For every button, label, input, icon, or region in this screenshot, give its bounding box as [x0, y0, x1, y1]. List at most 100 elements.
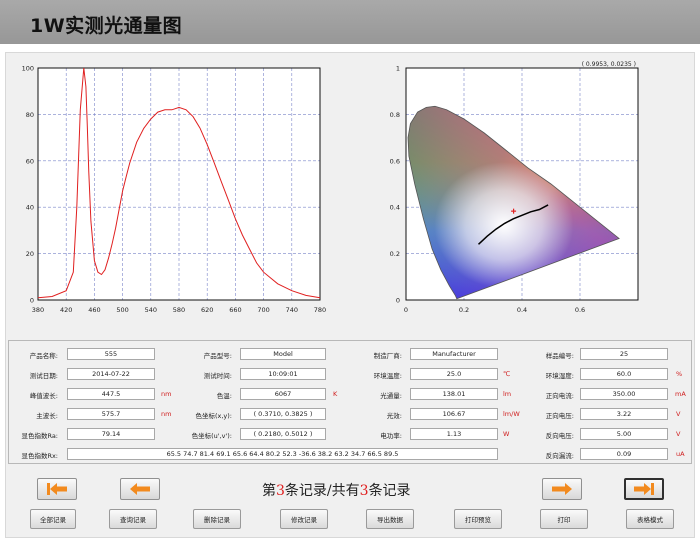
product-name-field[interactable]: 555 [67, 348, 155, 360]
next-record-icon [552, 483, 572, 495]
cri-values-field[interactable]: 65.5 74.7 81.4 69.1 65.6 64.4 80.2 52.3 … [67, 448, 498, 460]
next-record-button[interactable] [542, 478, 582, 500]
reverse-current-label: 反向漏流: [545, 452, 574, 460]
forward-voltage-label: 正向电压: [545, 412, 574, 420]
last-record-button[interactable] [624, 478, 664, 500]
dominant-wavelength-label: 主波长: [36, 412, 58, 420]
spectrum-y-tick-label: 0 [30, 297, 34, 305]
luminous-flux-field[interactable]: 138.01 [410, 388, 498, 400]
spectrum-y-tick-label: 100 [22, 65, 34, 73]
title-bar: 1W实测光通量图 [0, 0, 700, 44]
export-data-button[interactable]: 导出数据 [366, 509, 414, 529]
luminous-efficacy-unit: lm/W [503, 410, 520, 418]
reverse-voltage-field[interactable]: 5.00 [580, 428, 668, 440]
edit-record-button[interactable]: 修改记录 [280, 509, 328, 529]
manufacturer-field[interactable]: Manufacturer [410, 348, 498, 360]
color-temp-label: 色温: [216, 392, 232, 400]
chromaticity-uv-field[interactable]: ( 0.2180, 0.5012 ) [240, 428, 326, 440]
spectrum-x-tick-label: 420 [60, 306, 72, 314]
spectrum-x-tick-label: 500 [116, 306, 128, 314]
cri-values-label: 显色指数Rx: [21, 452, 58, 460]
cie-y-tick-label: 1 [396, 65, 400, 73]
first-record-icon [47, 483, 67, 495]
ambient-temp-unit: ℃ [503, 370, 511, 378]
spectrum-x-tick-label: 540 [145, 306, 157, 314]
cie-chromaticity-chart: 0 0.2 0.4 0.6 1 0.8 0.6 0.4 0.2 0 ( 0.9953, 0.0235… [390, 61, 639, 314]
spectrum-x-tick-label: 660 [229, 306, 241, 314]
window-title: 1W实测光通量图 [30, 15, 183, 37]
ambient-temp-label: 环境温度: [373, 372, 402, 380]
cie-y-tick-label: 0.8 [390, 111, 400, 119]
last-record-icon [634, 483, 654, 495]
query-records-button[interactable]: 查询记录 [109, 509, 157, 529]
spectrum-y-tick-label: 60 [26, 157, 34, 165]
spectrum-x-tick-label: 700 [257, 306, 269, 314]
spectrum-y-tick-label: 20 [26, 250, 34, 258]
sample-no-field[interactable]: 25 [580, 348, 668, 360]
luminous-efficacy-label: 光效: [386, 412, 402, 420]
all-records-button[interactable]: 全部记录 [30, 509, 76, 529]
ambient-humidity-unit: % [676, 370, 683, 378]
color-temp-unit: K [333, 390, 338, 398]
power-field[interactable]: 1.13 [410, 428, 498, 440]
dominant-wavelength-field[interactable]: 575.7 [67, 408, 155, 420]
ambient-humidity-label: 环境湿度: [545, 372, 574, 380]
reverse-voltage-label: 反向电压: [545, 432, 574, 440]
cri-label: 显色指数Ra: [21, 432, 58, 440]
test-time-label: 测试时间: [203, 372, 232, 380]
spectrum-x-tick-label: 620 [201, 306, 213, 314]
delete-record-button[interactable]: 删除记录 [193, 509, 241, 529]
spectrum-y-tick-label: 80 [26, 111, 34, 119]
power-label: 电功率: [380, 432, 402, 440]
reverse-current-field[interactable]: 0.09 [580, 448, 668, 460]
reverse-current-unit: uA [676, 450, 685, 458]
cri-field[interactable]: 79.14 [67, 428, 155, 440]
product-model-field[interactable]: Model [240, 348, 326, 360]
cie-y-tick-label: 0.4 [390, 204, 400, 212]
spectrum-x-tick-label: 460 [88, 306, 100, 314]
chromaticity-uv-label: 色坐标(u',v'): [191, 432, 232, 440]
luminous-efficacy-field[interactable]: 106.67 [410, 408, 498, 420]
cie-x-tick-label: 0.2 [459, 306, 469, 314]
spectrum-y-tick-label: 40 [26, 204, 34, 212]
color-temp-field[interactable]: 6067 [240, 388, 326, 400]
cie-y-tick-label: 0 [396, 297, 400, 305]
spectrum-x-tick-label: 780 [314, 306, 326, 314]
forward-voltage-field[interactable]: 3.22 [580, 408, 668, 420]
cie-y-tick-label: 0.6 [390, 157, 400, 165]
spectrum-x-tick-label: 380 [32, 306, 44, 314]
cie-x-tick-label: 0.6 [575, 306, 585, 314]
ambient-temp-field[interactable]: 25.0 [410, 368, 498, 380]
manufacturer-label: 制造厂商: [373, 352, 402, 360]
cie-x-tick-label: 0.4 [517, 306, 527, 314]
chromaticity-xy-field[interactable]: ( 0.3710, 0.3825 ) [240, 408, 326, 420]
print-button[interactable]: 打印 [540, 509, 588, 529]
power-unit: W [503, 430, 510, 438]
luminous-flux-label: 光通量: [380, 392, 402, 400]
cie-y-tick-label: 0.2 [390, 250, 400, 258]
first-record-button[interactable] [37, 478, 77, 500]
cie-x-tick-label: 0 [404, 306, 408, 314]
spectrum-x-tick-label: 580 [173, 306, 185, 314]
forward-current-unit: mA [675, 390, 686, 398]
cie-coordinate-readout: ( 0.9953, 0.0235 ) [582, 61, 636, 68]
forward-current-label: 正向电流: [545, 392, 574, 400]
spectrum-x-tick-label: 740 [286, 306, 298, 314]
test-time-field[interactable]: 10:09:01 [240, 368, 326, 380]
test-date-field[interactable]: 2014-07-22 [67, 368, 155, 380]
peak-wavelength-field[interactable]: 447.5 [67, 388, 155, 400]
record-counter: 第3条记录/共有3条记录 [262, 483, 411, 499]
reverse-voltage-unit: V [676, 430, 681, 438]
forward-current-field[interactable]: 350.00 [580, 388, 668, 400]
ambient-humidity-field[interactable]: 60.0 [580, 368, 668, 380]
previous-record-icon [130, 483, 150, 495]
chromaticity-xy-label: 色坐标(x,y): [195, 412, 232, 420]
test-date-label: 测试日期: [29, 372, 58, 380]
peak-wavelength-label: 峰值波长: [29, 392, 58, 400]
table-mode-button[interactable]: 表格模式 [626, 509, 674, 529]
forward-voltage-unit: V [676, 410, 681, 418]
previous-record-button[interactable] [120, 478, 160, 500]
print-preview-button[interactable]: 打印预览 [454, 509, 502, 529]
luminous-flux-unit: lm [503, 390, 512, 398]
sample-no-label: 样品编号: [545, 352, 574, 360]
